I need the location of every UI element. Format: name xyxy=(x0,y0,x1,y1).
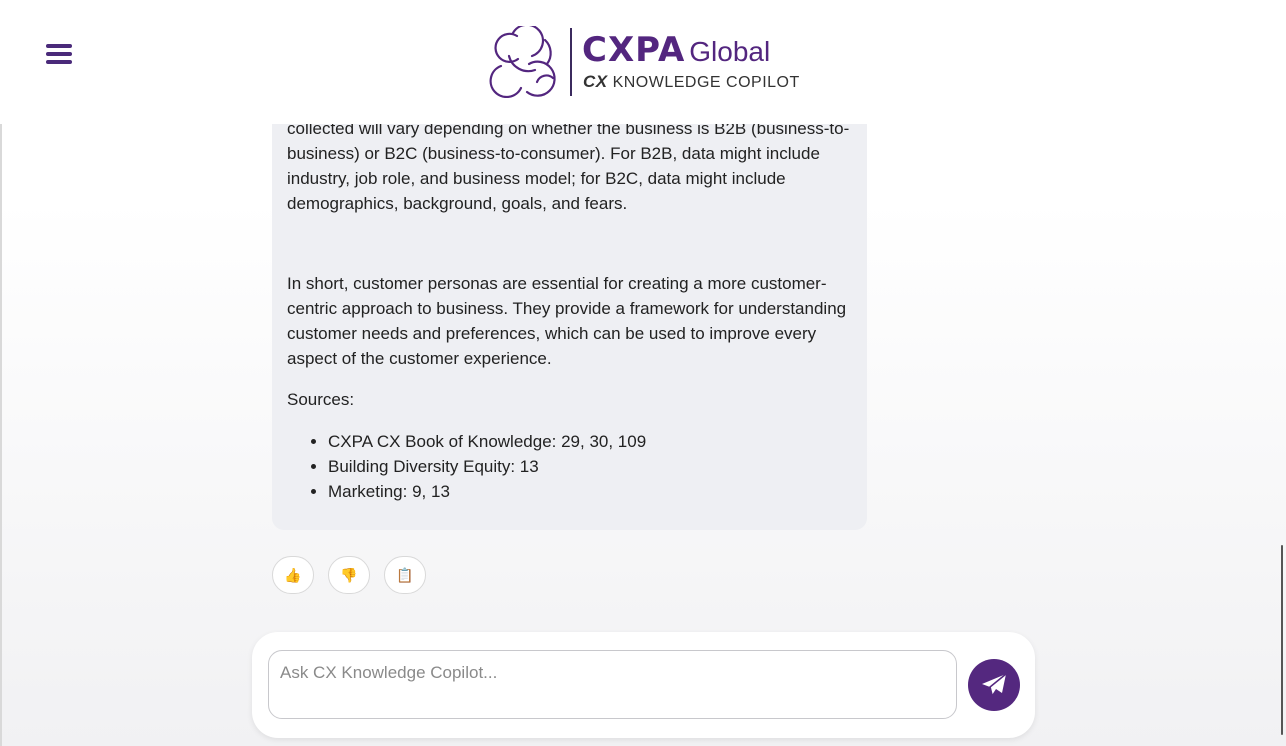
logo-subtitle-rest: KNOWLEDGE COPILOT xyxy=(612,74,800,91)
source-item: Marketing: 9, 13 xyxy=(328,479,646,504)
clipboard-icon: 📋 xyxy=(396,567,414,583)
scrollbar-thumb[interactable] xyxy=(1281,545,1283,735)
cxpa-logo: CXPA Global CX KNOWLEDGE COPILOT xyxy=(487,26,807,98)
thumbs-down-button[interactable]: 👎 xyxy=(328,556,370,594)
message-paragraph-2: In short, customer personas are essentia… xyxy=(287,274,847,368)
app-header: CXPA Global CX KNOWLEDGE COPILOT xyxy=(0,0,1286,124)
logo-subtitle-cx: CX xyxy=(583,72,608,91)
sources-list: CXPA CX Book of Knowledge: 29, 30, 109 B… xyxy=(313,429,646,504)
logo-brand-suffix: Global xyxy=(689,36,771,67)
logo-subtitle: CX KNOWLEDGE COPILOT xyxy=(583,72,800,92)
assistant-message: interviews with employees who interact w… xyxy=(272,85,867,530)
source-item: CXPA CX Book of Knowledge: 29, 30, 109 xyxy=(328,429,646,454)
cxpa-logo-mark-icon xyxy=(489,26,556,98)
thumbs-up-button[interactable]: 👍 xyxy=(272,556,314,594)
chat-input[interactable] xyxy=(268,650,957,719)
paper-plane-icon xyxy=(982,673,1007,696)
hamburger-menu-icon[interactable] xyxy=(46,44,72,70)
logo-brand: CXPA Global xyxy=(582,30,770,70)
thumbs-down-icon: 👎 xyxy=(340,567,358,583)
copy-button[interactable]: 📋 xyxy=(384,556,426,594)
send-button[interactable] xyxy=(968,659,1020,711)
thumbs-up-icon: 👍 xyxy=(284,567,302,583)
composer-panel xyxy=(252,632,1035,738)
logo-brand-name: CXPA xyxy=(582,30,686,70)
sources-label: Sources: xyxy=(287,390,355,409)
source-item: Building Diversity Equity: 13 xyxy=(328,454,646,479)
logo-divider xyxy=(570,28,572,96)
